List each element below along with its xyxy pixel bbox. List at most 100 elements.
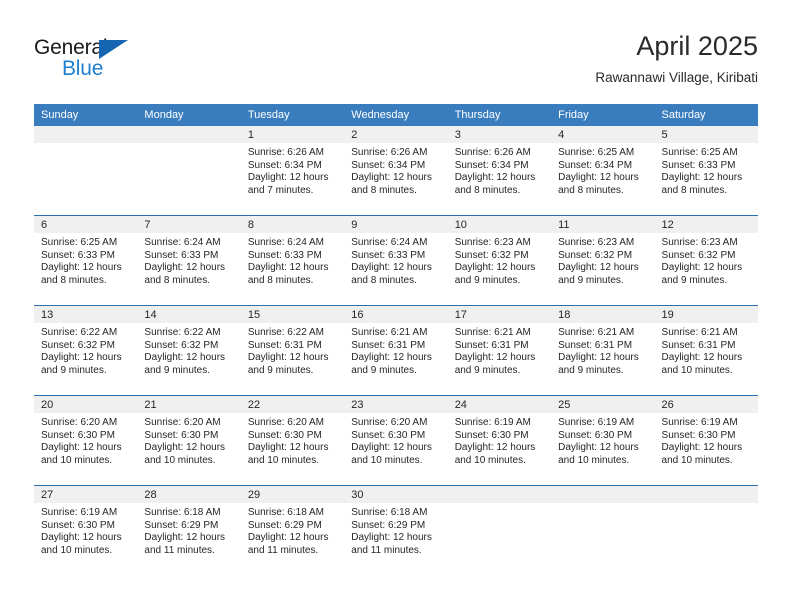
day-sun-info-line: Sunset: 6:33 PM (661, 159, 736, 171)
day-sun-info: Sunrise: 6:26 AM Sunset: 6:34 PM Daylight:… (344, 143, 447, 197)
logo-text-blue: Blue (62, 57, 104, 80)
day-sun-info-line: Sunset: 6:32 PM (41, 339, 115, 351)
calendar-day-cell[interactable]: 20 Sunrise: 6:20 AM Sunset: 6:30 PM Dayligh… (34, 395, 138, 486)
calendar-day-cell[interactable]: 12 Sunrise: 6:23 AM Sunset: 6:32 PM Dayligh… (654, 215, 758, 306)
day-sun-info-line: Sunrise: 6:18 AM (351, 507, 428, 518)
calendar-day-cell[interactable]: 8 Sunrise: 6:24 AM Sunset: 6:33 PM Daylight… (240, 215, 345, 306)
calendar-day-cell[interactable]: 15 Sunrise: 6:22 AM Sunset: 6:31 PM Dayligh… (240, 305, 345, 396)
calendar-day-cell[interactable]: 2 Sunrise: 6:26 AM Sunset: 6:34 PM Daylight… (344, 126, 448, 216)
calendar-day-cell[interactable]: 3 Sunrise: 6:26 AM Sunset: 6:34 PM Daylight… (447, 126, 552, 216)
day-sun-info-line: Sunset: 6:31 PM (558, 339, 633, 351)
day-number: 21 (137, 396, 241, 413)
day-sun-info-line: Sunrise: 6:20 AM (351, 417, 428, 428)
day-sun-info-line: Daylight: 12 hours (558, 262, 639, 274)
calendar-day-cell[interactable]: 21 Sunrise: 6:20 AM Sunset: 6:30 PM Dayligh… (137, 395, 241, 486)
day-sun-info-line: and 9 minutes. (558, 364, 624, 376)
day-sun-info-line: Sunset: 6:30 PM (558, 429, 633, 441)
day-number: 22 (240, 396, 345, 413)
day-sun-info-line: Daylight: 12 hours (661, 262, 743, 274)
calendar-day-cell[interactable]: 23 Sunrise: 6:20 AM Sunset: 6:30 PM Dayligh… (344, 395, 448, 486)
day-sun-info-line: Daylight: 12 hours (661, 442, 743, 454)
day-sun-info-line: and 10 minutes. (41, 454, 113, 466)
day-sun-info: Sunrise: 6:22 AM Sunset: 6:31 PM Daylight:… (241, 323, 344, 377)
calendar-day-cell[interactable]: 29 Sunrise: 6:18 AM Sunset: 6:29 PM Dayligh… (240, 485, 345, 575)
calendar-day-cell[interactable]: 4 Sunrise: 6:25 AM Sunset: 6:34 PM Daylight… (551, 126, 655, 216)
day-sun-info-line: Sunset: 6:32 PM (661, 249, 736, 261)
day-sun-info-line: Sunset: 6:30 PM (41, 519, 115, 531)
day-cell-content: 30 Sunrise: 6:18 AM Sunset: 6:29 PM Dayligh… (344, 486, 448, 575)
day-sun-info-line: and 7 minutes. (247, 184, 314, 196)
calendar-day-cell[interactable]: 7 Sunrise: 6:24 AM Sunset: 6:33 PM Daylight… (137, 215, 241, 306)
calendar-day-cell[interactable]: 22 Sunrise: 6:20 AM Sunset: 6:30 PM Dayligh… (240, 395, 345, 486)
day-sun-info-line: Daylight: 12 hours (41, 442, 122, 454)
calendar-day-cell[interactable]: 5 Sunrise: 6:25 AM Sunset: 6:33 PM Daylight… (654, 126, 758, 216)
calendar-day-cell[interactable]: 1 Sunrise: 6:26 AM Sunset: 6:34 PM Daylight… (240, 126, 345, 216)
day-sun-info-line: Sunset: 6:34 PM (454, 159, 529, 171)
day-sun-info-line: Daylight: 12 hours (144, 532, 226, 544)
day-sun-info-line: Daylight: 12 hours (661, 352, 743, 364)
day-sun-info-line: and 8 minutes. (454, 184, 521, 196)
day-sun-info: Sunrise: 6:22 AM Sunset: 6:32 PM Daylight:… (34, 323, 137, 377)
day-cell-content (34, 126, 138, 215)
calendar-day-cell[interactable]: 19 Sunrise: 6:21 AM Sunset: 6:31 PM Dayligh… (654, 305, 758, 396)
day-cell-content: 7 Sunrise: 6:24 AM Sunset: 6:33 PM Daylight… (137, 216, 241, 305)
calendar-day-cell[interactable]: 25 Sunrise: 6:19 AM Sunset: 6:30 PM Dayligh… (551, 395, 655, 486)
calendar-day-cell[interactable]: 18 Sunrise: 6:21 AM Sunset: 6:31 PM Dayligh… (551, 305, 655, 396)
day-sun-info-line: Daylight: 12 hours (247, 532, 329, 544)
calendar-day-cell[interactable]: 13 Sunrise: 6:22 AM Sunset: 6:32 PM Dayligh… (34, 305, 138, 396)
day-sun-info: Sunrise: 6:25 AM Sunset: 6:34 PM Daylight:… (551, 143, 654, 197)
day-cell-content: 28 Sunrise: 6:18 AM Sunset: 6:29 PM Dayligh… (137, 486, 241, 575)
calendar-day-cell[interactable]: 6 Sunrise: 6:25 AM Sunset: 6:33 PM Daylight… (34, 215, 138, 306)
general-blue-logo[interactable]: General Blue (34, 36, 204, 88)
day-sun-info-line: Sunrise: 6:20 AM (144, 417, 221, 428)
day-sun-info: Sunrise: 6:18 AM Sunset: 6:29 PM Daylight:… (344, 503, 447, 557)
day-cell-content: 25 Sunrise: 6:19 AM Sunset: 6:30 PM Dayligh… (551, 396, 655, 485)
day-sun-info-line: Sunrise: 6:21 AM (454, 327, 531, 338)
day-sun-info-line: Sunrise: 6:22 AM (247, 327, 324, 338)
calendar-day-cell[interactable]: 17 Sunrise: 6:21 AM Sunset: 6:31 PM Dayligh… (447, 305, 552, 396)
day-sun-info-line: and 8 minutes. (558, 184, 624, 196)
day-sun-info-line: Sunset: 6:29 PM (247, 519, 322, 531)
day-sun-info-line: Sunrise: 6:21 AM (661, 327, 738, 338)
day-number: 23 (344, 396, 448, 413)
calendar-day-cell[interactable]: 30 Sunrise: 6:18 AM Sunset: 6:29 PM Dayligh… (344, 485, 448, 575)
calendar-day-cell[interactable]: 11 Sunrise: 6:23 AM Sunset: 6:32 PM Dayligh… (551, 215, 655, 306)
calendar-empty-cell (137, 126, 241, 216)
day-cell-content: 13 Sunrise: 6:22 AM Sunset: 6:32 PM Dayligh… (34, 306, 138, 395)
calendar-header-row: Sunday Monday Tuesday Wednesday Thursday… (34, 104, 758, 126)
day-cell-content: 12 Sunrise: 6:23 AM Sunset: 6:32 PM Dayligh… (654, 216, 758, 305)
day-sun-info-line: Daylight: 12 hours (558, 442, 639, 454)
day-number (34, 126, 138, 143)
calendar-day-cell[interactable]: 10 Sunrise: 6:23 AM Sunset: 6:32 PM Dayligh… (447, 215, 552, 306)
day-number: 4 (551, 126, 655, 143)
day-sun-info-line: and 8 minutes. (41, 274, 107, 286)
day-sun-info-line: and 10 minutes. (41, 544, 113, 556)
day-sun-info-line: and 9 minutes. (454, 364, 521, 376)
calendar-day-cell[interactable]: 27 Sunrise: 6:19 AM Sunset: 6:30 PM Dayligh… (34, 485, 138, 575)
calendar-table: Sunday Monday Tuesday Wednesday Thursday… (34, 104, 758, 575)
day-sun-info: Sunrise: 6:19 AM Sunset: 6:30 PM Daylight:… (655, 413, 758, 467)
calendar-week-row: 1 Sunrise: 6:26 AM Sunset: 6:34 PM Daylight… (34, 126, 758, 216)
day-cell-content: 4 Sunrise: 6:25 AM Sunset: 6:34 PM Daylight… (551, 126, 655, 215)
day-sun-info: Sunrise: 6:19 AM Sunset: 6:30 PM Daylight:… (551, 413, 654, 467)
calendar-day-cell[interactable]: 16 Sunrise: 6:21 AM Sunset: 6:31 PM Dayligh… (344, 305, 448, 396)
day-sun-info: Sunrise: 6:23 AM Sunset: 6:32 PM Daylight:… (448, 233, 551, 287)
day-cell-content: 3 Sunrise: 6:26 AM Sunset: 6:34 PM Daylight… (447, 126, 552, 215)
day-sun-info-line: Daylight: 12 hours (558, 172, 639, 184)
calendar-day-cell[interactable]: 9 Sunrise: 6:24 AM Sunset: 6:33 PM Daylight… (344, 215, 448, 306)
day-sun-info-line: Sunrise: 6:23 AM (661, 237, 738, 248)
day-sun-info-line: Sunset: 6:31 PM (661, 339, 736, 351)
day-sun-info-line: Sunrise: 6:19 AM (558, 417, 635, 428)
calendar-day-cell[interactable]: 14 Sunrise: 6:22 AM Sunset: 6:32 PM Dayligh… (137, 305, 241, 396)
day-sun-info-line: Daylight: 12 hours (247, 352, 329, 364)
calendar-day-cell[interactable]: 26 Sunrise: 6:19 AM Sunset: 6:30 PM Dayligh… (654, 395, 758, 486)
calendar-week-row: 20 Sunrise: 6:20 AM Sunset: 6:30 PM Dayligh… (34, 395, 758, 486)
day-cell-content: 23 Sunrise: 6:20 AM Sunset: 6:30 PM Dayligh… (344, 396, 448, 485)
day-number (551, 486, 655, 503)
day-sun-info-line: Sunset: 6:30 PM (454, 429, 529, 441)
day-number: 14 (137, 306, 241, 323)
calendar-day-cell[interactable]: 28 Sunrise: 6:18 AM Sunset: 6:29 PM Dayligh… (137, 485, 241, 575)
day-sun-info-line: Sunset: 6:32 PM (144, 339, 219, 351)
calendar-day-cell[interactable]: 24 Sunrise: 6:19 AM Sunset: 6:30 PM Dayligh… (447, 395, 552, 486)
day-sun-info-line: and 10 minutes. (661, 454, 733, 466)
